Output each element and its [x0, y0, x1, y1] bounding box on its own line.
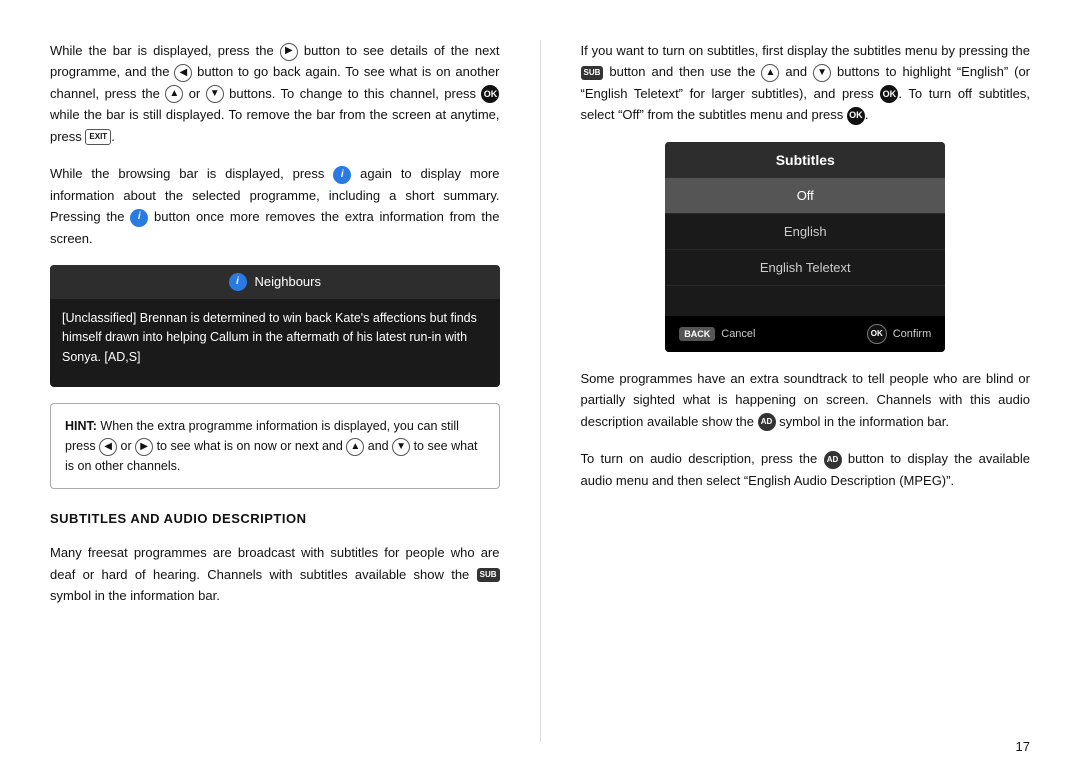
hint-label: HINT:: [65, 419, 97, 433]
info-box-body: [Unclassified] Brennan is determined to …: [50, 299, 500, 387]
ad-badge-icon-1: AD: [758, 413, 776, 431]
cancel-label: Cancel: [721, 328, 755, 340]
sub-btn-icon: SUB: [581, 66, 604, 80]
page-number: 17: [1016, 739, 1030, 754]
right-para2: Some programmes have an extra soundtrack…: [581, 368, 1031, 432]
subtitles-item-off[interactable]: Off: [665, 178, 945, 214]
back-badge: BACK: [679, 327, 715, 341]
subtitles-menu: Subtitles Off English English Teletext B…: [665, 142, 945, 352]
down-btn-icon: ▼: [206, 85, 224, 103]
right-ok-icon-1: OK: [880, 85, 898, 103]
section-heading: SUBTITLES AND AUDIO DESCRIPTION: [50, 511, 500, 526]
ok-btn-icon: OK: [481, 85, 499, 103]
hint-down-icon: ▼: [392, 438, 410, 456]
subtitles-menu-footer: BACK Cancel OK Confirm: [665, 316, 945, 352]
left-para2: While the browsing bar is displayed, pre…: [50, 163, 500, 249]
sub-badge-icon: SUB: [477, 568, 500, 582]
back-btn-icon: ◀: [174, 64, 192, 82]
right-column: If you want to turn on subtitles, first …: [581, 40, 1031, 742]
info-box-icon: i: [229, 273, 247, 291]
left-para1: While the bar is displayed, press the ▶ …: [50, 40, 500, 147]
ad-btn-icon: AD: [824, 451, 842, 469]
subtitles-item-english-teletext[interactable]: English Teletext: [665, 250, 945, 286]
confirm-label: Confirm: [893, 328, 932, 340]
hint-up-icon: ▲: [346, 438, 364, 456]
info-btn-icon-1: i: [333, 166, 351, 184]
up-btn-icon: ▲: [165, 85, 183, 103]
subtitles-menu-header: Subtitles: [665, 142, 945, 178]
left-para3: Many freesat programmes are broadcast wi…: [50, 542, 500, 606]
info-btn-icon-2: i: [130, 209, 148, 227]
left-column: While the bar is displayed, press the ▶ …: [50, 40, 500, 742]
next-btn-icon: ▶: [280, 43, 298, 61]
right-para3: To turn on audio description, press the …: [581, 448, 1031, 491]
right-down-icon: ▼: [813, 64, 831, 82]
right-ok-icon-2: OK: [847, 107, 865, 125]
info-box-header: i Neighbours: [50, 265, 500, 299]
right-up-icon: ▲: [761, 64, 779, 82]
hint-left-icon: ◀: [99, 438, 117, 456]
hint-box: HINT: When the extra programme informati…: [50, 403, 500, 489]
info-box-title: Neighbours: [255, 274, 322, 289]
hint-right-icon: ▶: [135, 438, 153, 456]
footer-cancel-btn[interactable]: BACK Cancel: [679, 327, 755, 341]
footer-confirm-btn[interactable]: OK Confirm: [867, 324, 932, 344]
exit-btn-icon: EXIT: [85, 129, 111, 145]
subtitles-menu-spacer: [665, 286, 945, 316]
info-box: i Neighbours [Unclassified] Brennan is d…: [50, 265, 500, 387]
column-divider: [540, 40, 541, 742]
right-para1: If you want to turn on subtitles, first …: [581, 40, 1031, 126]
page-container: While the bar is displayed, press the ▶ …: [0, 0, 1080, 782]
ok-badge: OK: [867, 324, 887, 344]
subtitles-item-english[interactable]: English: [665, 214, 945, 250]
